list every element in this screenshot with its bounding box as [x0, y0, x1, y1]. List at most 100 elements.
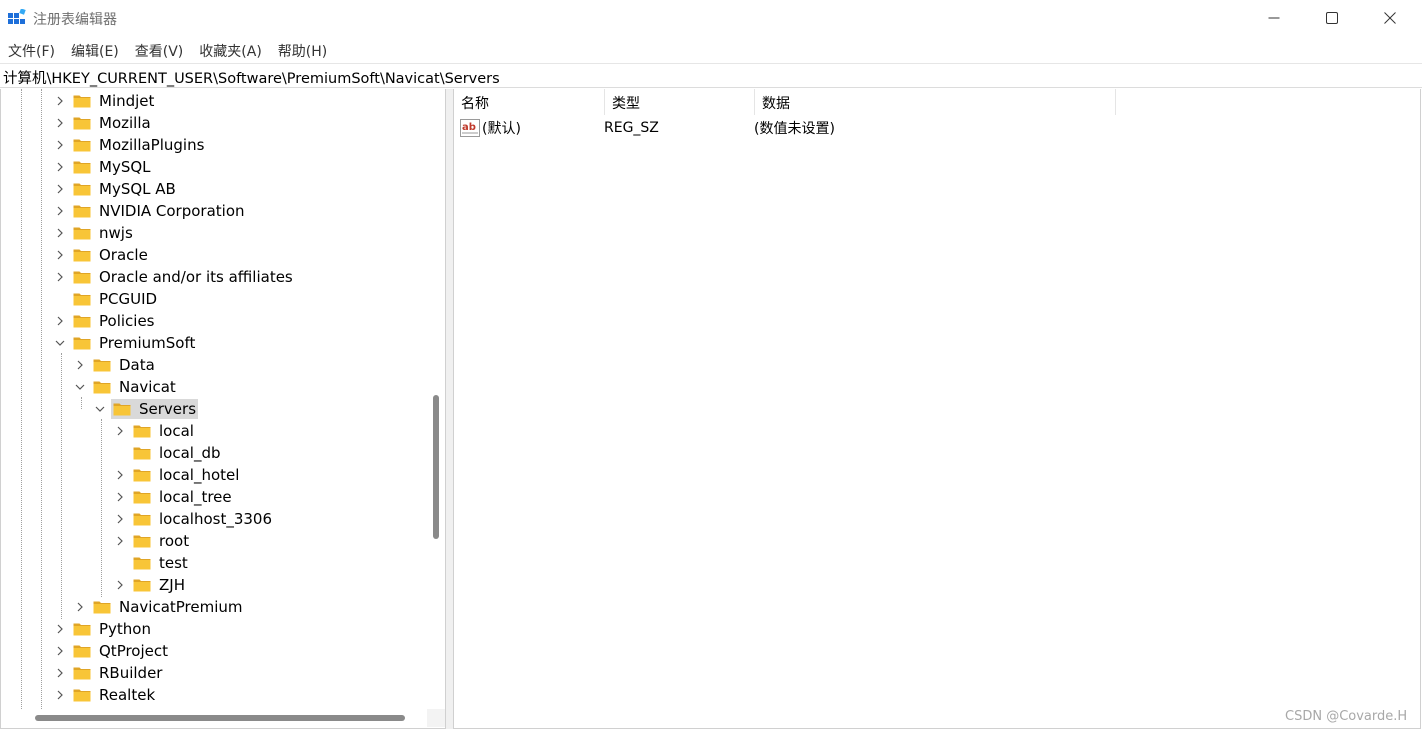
pane-splitter[interactable] — [446, 89, 453, 729]
tree-item[interactable]: MySQL AB — [53, 178, 178, 200]
menu-favorites[interactable]: 收藏夹(A) — [191, 38, 270, 62]
tree-item[interactable]: local_hotel — [113, 464, 241, 486]
tree-item-body[interactable]: MySQL AB — [71, 179, 178, 199]
tree-item-body[interactable]: MySQL — [71, 157, 153, 177]
tree-horizontal-scrollbar[interactable] — [35, 715, 405, 721]
menu-view[interactable]: 查看(V) — [127, 38, 192, 62]
tree-item[interactable]: QtProject — [53, 640, 170, 662]
value-row[interactable]: ab (默认) REG_SZ (数值未设置) — [454, 117, 835, 139]
tree-item[interactable]: RBuilder — [53, 662, 164, 684]
chevron-right-icon[interactable] — [53, 666, 67, 680]
tree-item[interactable]: PCGUID — [53, 288, 159, 310]
chevron-right-icon[interactable] — [53, 226, 67, 240]
tree-item-body[interactable]: NavicatPremium — [91, 597, 245, 617]
chevron-right-icon[interactable] — [53, 160, 67, 174]
values-list-pane[interactable]: 名称 类型 数据 ab (默认) REG_SZ (数值未设置) — [453, 89, 1421, 729]
tree-item[interactable]: Python — [53, 618, 153, 640]
chevron-right-icon[interactable] — [53, 314, 67, 328]
chevron-down-icon[interactable] — [93, 402, 107, 416]
tree-item[interactable]: local — [113, 420, 196, 442]
chevron-right-icon[interactable] — [113, 512, 127, 526]
key-tree-pane[interactable]: Mindjet Mozilla MozillaPlugins MySQL MySQL A… — [0, 89, 446, 729]
chevron-right-icon[interactable] — [53, 248, 67, 262]
address-bar[interactable]: 计算机\HKEY_CURRENT_USER\Software\PremiumSo… — [0, 63, 1422, 88]
tree-item-body[interactable]: Navicat — [91, 377, 178, 397]
chevron-right-icon[interactable] — [53, 644, 67, 658]
chevron-right-icon[interactable] — [53, 138, 67, 152]
tree-item[interactable]: local_tree — [113, 486, 234, 508]
tree-item-body[interactable]: localhost_3306 — [131, 509, 274, 529]
tree-item[interactable]: Navicat — [73, 376, 178, 398]
tree-item[interactable]: localhost_3306 — [113, 508, 274, 530]
tree-item-body[interactable]: Policies — [71, 311, 156, 331]
tree-item[interactable]: root — [113, 530, 191, 552]
tree-item[interactable]: Data — [73, 354, 157, 376]
menu-file[interactable]: 文件(F) — [0, 38, 63, 62]
tree-item-body[interactable]: test — [131, 553, 190, 573]
tree-item[interactable]: NVIDIA Corporation — [53, 200, 247, 222]
tree-item-body[interactable]: root — [131, 531, 191, 551]
tree-item-body[interactable]: ZJH — [131, 575, 187, 595]
chevron-right-icon[interactable] — [53, 204, 67, 218]
tree-item[interactable]: MozillaPlugins — [53, 134, 206, 156]
tree-item[interactable]: Servers — [93, 398, 199, 420]
tree-item-body[interactable]: PCGUID — [71, 289, 159, 309]
tree-item-body[interactable]: local_tree — [131, 487, 234, 507]
tree-item[interactable]: Policies — [53, 310, 156, 332]
tree-item-body[interactable]: local_hotel — [131, 465, 241, 485]
tree-item-body[interactable]: Python — [71, 619, 153, 639]
tree-item[interactable]: NavicatPremium — [73, 596, 245, 618]
menu-help[interactable]: 帮助(H) — [270, 38, 335, 62]
menu-edit[interactable]: 编辑(E) — [63, 38, 127, 62]
tree-item-body[interactable]: Oracle — [71, 245, 150, 265]
tree-item-body[interactable]: NVIDIA Corporation — [71, 201, 247, 221]
chevron-right-icon[interactable] — [73, 358, 87, 372]
chevron-down-icon[interactable] — [53, 336, 67, 350]
chevron-right-icon[interactable] — [53, 116, 67, 130]
maximize-button[interactable] — [1303, 0, 1361, 36]
tree-item-body[interactable]: MozillaPlugins — [71, 135, 206, 155]
column-header-data[interactable]: 数据 — [755, 89, 1116, 115]
chevron-right-icon[interactable] — [53, 270, 67, 284]
tree-item-body[interactable]: QtProject — [71, 641, 170, 661]
tree-item-body[interactable]: local — [131, 421, 196, 441]
chevron-down-icon[interactable] — [73, 380, 87, 394]
chevron-right-icon[interactable] — [113, 468, 127, 482]
minimize-button[interactable] — [1245, 0, 1303, 36]
close-button[interactable] — [1361, 0, 1419, 36]
tree-item-body[interactable]: Realtek — [71, 685, 157, 705]
tree-item[interactable]: Oracle — [53, 244, 150, 266]
tree-item-body[interactable]: Mozilla — [71, 113, 153, 133]
tree-item-body[interactable]: Oracle and/or its affiliates — [71, 267, 295, 287]
column-header-name[interactable]: 名称 — [454, 89, 605, 115]
tree-item[interactable]: Realtek — [53, 684, 157, 706]
tree-item[interactable]: PremiumSoft — [53, 332, 197, 354]
chevron-right-icon[interactable] — [53, 94, 67, 108]
tree-item-body[interactable]: Data — [91, 355, 157, 375]
tree-item[interactable]: Mindjet — [53, 90, 156, 112]
tree-item[interactable]: ZJH — [113, 574, 187, 596]
chevron-right-icon[interactable] — [53, 688, 67, 702]
address-path[interactable]: 计算机\HKEY_CURRENT_USER\Software\PremiumSo… — [3, 67, 500, 88]
tree-item[interactable]: test — [113, 552, 190, 574]
chevron-right-icon[interactable] — [113, 534, 127, 548]
tree-item[interactable]: nwjs — [53, 222, 135, 244]
tree-item-body[interactable]: Servers — [111, 399, 199, 419]
chevron-right-icon[interactable] — [53, 182, 67, 196]
tree-item[interactable]: Oracle and/or its affiliates — [53, 266, 295, 288]
chevron-right-icon[interactable] — [73, 600, 87, 614]
tree-vertical-scrollbar[interactable] — [433, 395, 439, 539]
tree-item[interactable]: Mozilla — [53, 112, 153, 134]
chevron-right-icon[interactable] — [113, 424, 127, 438]
chevron-right-icon[interactable] — [113, 490, 127, 504]
chevron-right-icon[interactable] — [53, 622, 67, 636]
tree-item[interactable]: MySQL — [53, 156, 153, 178]
tree-item-body[interactable]: nwjs — [71, 223, 135, 243]
column-header-type[interactable]: 类型 — [605, 89, 755, 115]
tree-item-body[interactable]: RBuilder — [71, 663, 164, 683]
tree-item-body[interactable]: PremiumSoft — [71, 333, 197, 353]
tree-item-body[interactable]: local_db — [131, 443, 223, 463]
tree-item[interactable]: local_db — [113, 442, 223, 464]
chevron-right-icon[interactable] — [113, 578, 127, 592]
tree-item-body[interactable]: Mindjet — [71, 91, 156, 111]
